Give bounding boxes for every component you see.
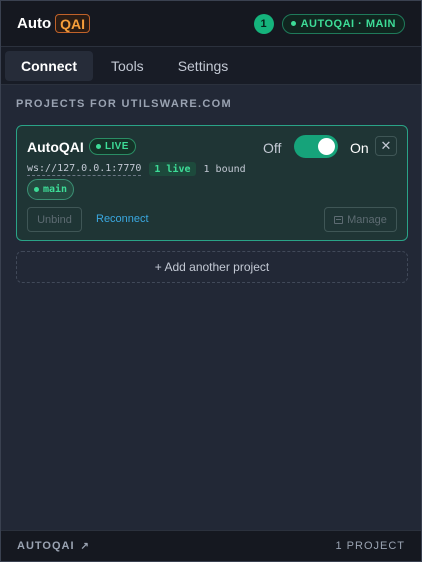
project-name: AutoQAI (27, 139, 84, 155)
project-toggle[interactable] (294, 135, 338, 158)
logo: Auto QAI (17, 14, 91, 33)
live-status-label: LIVE (105, 141, 129, 152)
add-project-button[interactable]: + Add another project (16, 251, 408, 283)
branch-label: main (43, 184, 68, 195)
project-count: 1 PROJECT (335, 540, 405, 552)
header: Auto QAI 1 AUTOQAI · MAIN (1, 1, 421, 47)
toggle-knob (318, 138, 335, 155)
branch-chip[interactable]: main (27, 179, 75, 200)
connection-info: ws://127.0.0.1:7770 1 live 1 bound (27, 162, 246, 176)
active-project-label: AUTOQAI · MAIN (300, 17, 396, 30)
ws-url: ws://127.0.0.1:7770 (27, 162, 142, 176)
tab-bar: Connect Tools Settings (1, 47, 421, 85)
live-status-badge: LIVE (89, 138, 136, 155)
section-title: PROJECTS FOR UTILSWARE.COM (16, 98, 232, 110)
project-card: AutoQAI LIVE Off On ✕ ws://127.0.0.1:777… (16, 125, 408, 241)
unbind-button[interactable]: Unbind (27, 207, 82, 232)
manage-label: Manage (347, 213, 387, 226)
live-count-badge: 1 live (149, 162, 196, 176)
footer: AUTOQAI ↗ 1 PROJECT (1, 530, 421, 561)
active-project-pill[interactable]: AUTOQAI · MAIN (281, 13, 405, 34)
logo-badge: QAI (55, 14, 91, 33)
connection-count-badge: 1 (253, 13, 274, 34)
footer-link-label: AUTOQAI (17, 540, 75, 552)
external-link-icon: ↗ (80, 540, 90, 552)
branch-dot-icon (34, 187, 39, 192)
tab-connect[interactable]: Connect (5, 50, 93, 81)
logo-text: Auto (17, 15, 52, 32)
toggle-off-label: Off (263, 140, 282, 156)
tab-tools[interactable]: Tools (95, 51, 160, 81)
footer-link[interactable]: AUTOQAI ↗ (17, 540, 90, 552)
manage-button[interactable]: Manage (324, 207, 397, 232)
manage-icon (334, 215, 344, 224)
reconnect-link[interactable]: Reconnect (96, 213, 149, 225)
live-dot-icon (96, 144, 101, 149)
bound-count: 1 bound (203, 163, 246, 175)
toggle-on-label: On (350, 140, 369, 156)
close-icon[interactable]: ✕ (375, 136, 397, 156)
tab-settings[interactable]: Settings (162, 51, 245, 81)
status-dot-icon (290, 21, 296, 26)
